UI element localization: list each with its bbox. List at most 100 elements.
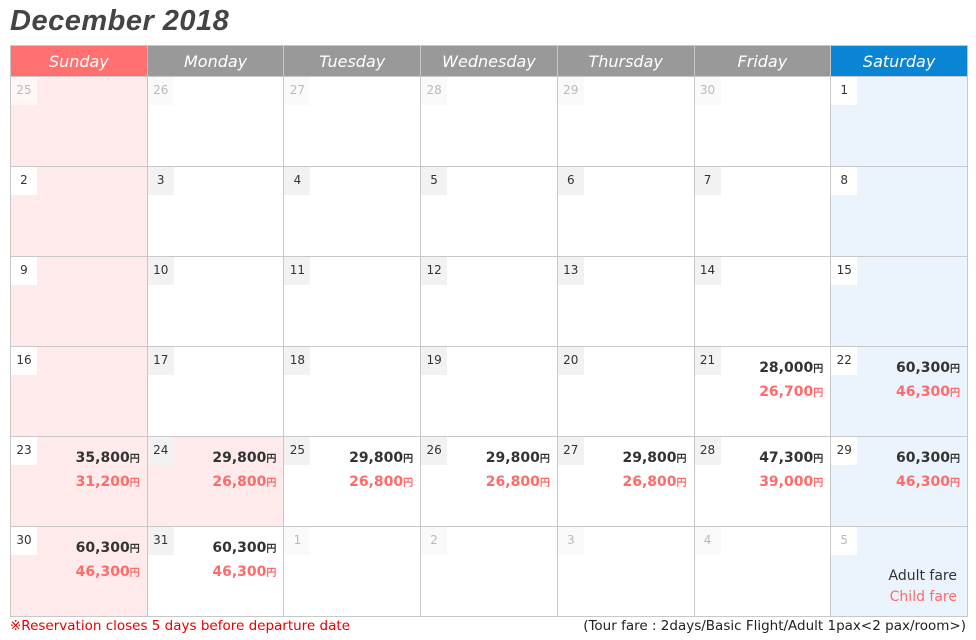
child-fare-value: 46,300 xyxy=(895,474,950,490)
day-number: 8 xyxy=(831,167,858,195)
day-number: 27 xyxy=(284,77,311,105)
week-row: 16 17 18 19 20 21 28,000円 26,700円 22 60,300円 46,30… xyxy=(10,346,968,437)
fare-block: 28,000円 26,700円 xyxy=(759,357,823,405)
day-number: 2 xyxy=(11,167,37,195)
day-number: 10 xyxy=(147,257,174,285)
legend-child: Child fare xyxy=(889,589,957,605)
child-fare-value: 39,000 xyxy=(759,474,814,490)
child-fare-value: 26,800 xyxy=(212,474,267,490)
tour-fare-info: (Tour fare : 2days/Basic Flight/Adult 1p… xyxy=(583,618,966,634)
day-number: 26 xyxy=(147,77,174,105)
adult-fare: 60,300円 xyxy=(896,357,960,381)
day-cell: 1 xyxy=(283,526,422,617)
child-fare-value: 31,200 xyxy=(75,474,130,490)
adult-fare: 60,300円 xyxy=(76,537,140,561)
adult-fare: 29,800円 xyxy=(212,447,276,471)
yen-symbol: 円 xyxy=(950,478,960,489)
day-cell[interactable]: 30 60,300円 46,300円 xyxy=(10,526,148,617)
day-cell[interactable]: 27 29,800円 26,800円 xyxy=(556,436,695,527)
fare-legend: Adult fare Child fare xyxy=(889,566,958,608)
day-cell: 11 xyxy=(283,256,422,347)
yen-symbol: 円 xyxy=(403,454,414,465)
day-number: 7 xyxy=(694,167,721,195)
fare-calendar: Sunday Monday Tuesday Wednesday Thursday Frid… xyxy=(10,45,968,617)
day-cell[interactable]: 26 29,800円 26,800円 xyxy=(420,436,558,527)
calendar-title: December 2018 xyxy=(10,5,230,37)
child-fare: 39,000円 xyxy=(759,471,823,495)
adult-fare: 28,000円 xyxy=(759,357,823,381)
day-number: 14 xyxy=(694,257,721,285)
yen-symbol: 円 xyxy=(266,454,277,465)
adult-fare-value: 47,300 xyxy=(759,450,814,466)
day-cell: 15 xyxy=(830,256,968,347)
yen-symbol: 円 xyxy=(813,388,824,399)
day-cell: 6 xyxy=(556,166,695,257)
adult-fare: 29,800円 xyxy=(486,447,550,471)
week-row: 25 26 27 28 29 30 1 xyxy=(10,76,968,167)
yen-symbol: 円 xyxy=(813,454,824,465)
day-cell: 16 xyxy=(10,346,148,437)
day-cell: 13 xyxy=(556,256,695,347)
day-cell[interactable]: 23 35,800円 31,200円 xyxy=(10,436,148,527)
day-cell[interactable]: 25 29,800円 26,800円 xyxy=(283,436,422,527)
weekday-header-row: Sunday Monday Tuesday Wednesday Thursday Frid… xyxy=(10,45,968,77)
day-cell: 19 xyxy=(420,346,558,437)
yen-symbol: 円 xyxy=(129,454,140,465)
yen-symbol: 円 xyxy=(539,454,550,465)
day-number: 16 xyxy=(11,347,37,375)
adult-fare-value: 60,300 xyxy=(212,540,267,556)
yen-symbol: 円 xyxy=(950,388,960,399)
fare-block: 60,300円 46,300円 xyxy=(896,357,960,405)
child-fare: 31,200円 xyxy=(76,471,140,495)
day-cell[interactable]: 29 60,300円 46,300円 xyxy=(830,436,968,527)
day-number: 25 xyxy=(284,437,311,465)
day-number: 9 xyxy=(11,257,37,285)
day-cell[interactable]: 28 47,300円 39,000円 xyxy=(693,436,832,527)
child-fare: 46,300円 xyxy=(896,471,960,495)
child-fare-value: 26,800 xyxy=(622,474,677,490)
weekday-header-thursday: Thursday xyxy=(556,45,695,77)
week-row: 2 3 4 5 6 7 8 xyxy=(10,166,968,257)
day-cell: 25 xyxy=(10,76,148,167)
weekday-header-wednesday: Wednesday xyxy=(420,45,558,77)
week-row: 23 35,800円 31,200円 24 29,800円 26,800円 25 29,800… xyxy=(10,436,968,527)
day-cell[interactable]: 21 28,000円 26,700円 xyxy=(693,346,832,437)
child-fare-value: 26,800 xyxy=(349,474,404,490)
child-fare: 26,700円 xyxy=(759,381,823,405)
day-cell: 3 xyxy=(556,526,695,617)
adult-fare-value: 29,800 xyxy=(349,450,404,466)
day-cell[interactable]: 24 29,800円 26,800 円 xyxy=(146,436,285,527)
day-number: 24 xyxy=(147,437,174,465)
day-cell: 2 xyxy=(420,526,558,617)
yen-symbol: 円 xyxy=(129,478,140,489)
adult-fare: 47,300円 xyxy=(759,447,823,471)
day-cell[interactable]: 31 60,300円 46,300円 xyxy=(146,526,285,617)
day-cell: 30 xyxy=(693,76,832,167)
day-number: 20 xyxy=(557,347,584,375)
day-number: 31 xyxy=(147,527,174,555)
fare-block: 29,800円 26,800 円 xyxy=(486,447,550,495)
day-cell: 7 xyxy=(693,166,832,257)
weekday-header-sunday: Sunday xyxy=(10,45,148,77)
day-cell: 14 xyxy=(693,256,832,347)
day-number: 6 xyxy=(557,167,584,195)
day-number: 28 xyxy=(694,437,721,465)
adult-fare-value: 60,300 xyxy=(75,540,130,556)
fare-block: 35,800円 31,200円 xyxy=(76,447,140,495)
day-number: 5 xyxy=(831,527,858,555)
child-fare: 26,800円 xyxy=(349,471,413,495)
day-cell: 9 xyxy=(10,256,148,347)
child-fare: 46,300円 xyxy=(896,381,960,405)
day-cell[interactable]: 22 60,300円 46,300円 xyxy=(830,346,968,437)
day-cell: 2 xyxy=(10,166,148,257)
child-fare-value: 46,300 xyxy=(75,564,130,580)
adult-fare-value: 60,300 xyxy=(895,450,950,466)
day-number: 3 xyxy=(147,167,174,195)
day-number: 25 xyxy=(11,77,37,105)
day-number: 11 xyxy=(284,257,311,285)
weekday-header-saturday: Saturday xyxy=(830,45,968,77)
day-cell: 17 xyxy=(146,346,285,437)
child-fare-value: 26,800 xyxy=(485,474,540,490)
day-number: 4 xyxy=(284,167,311,195)
fare-block: 29,800円 26,800円 xyxy=(349,447,413,495)
